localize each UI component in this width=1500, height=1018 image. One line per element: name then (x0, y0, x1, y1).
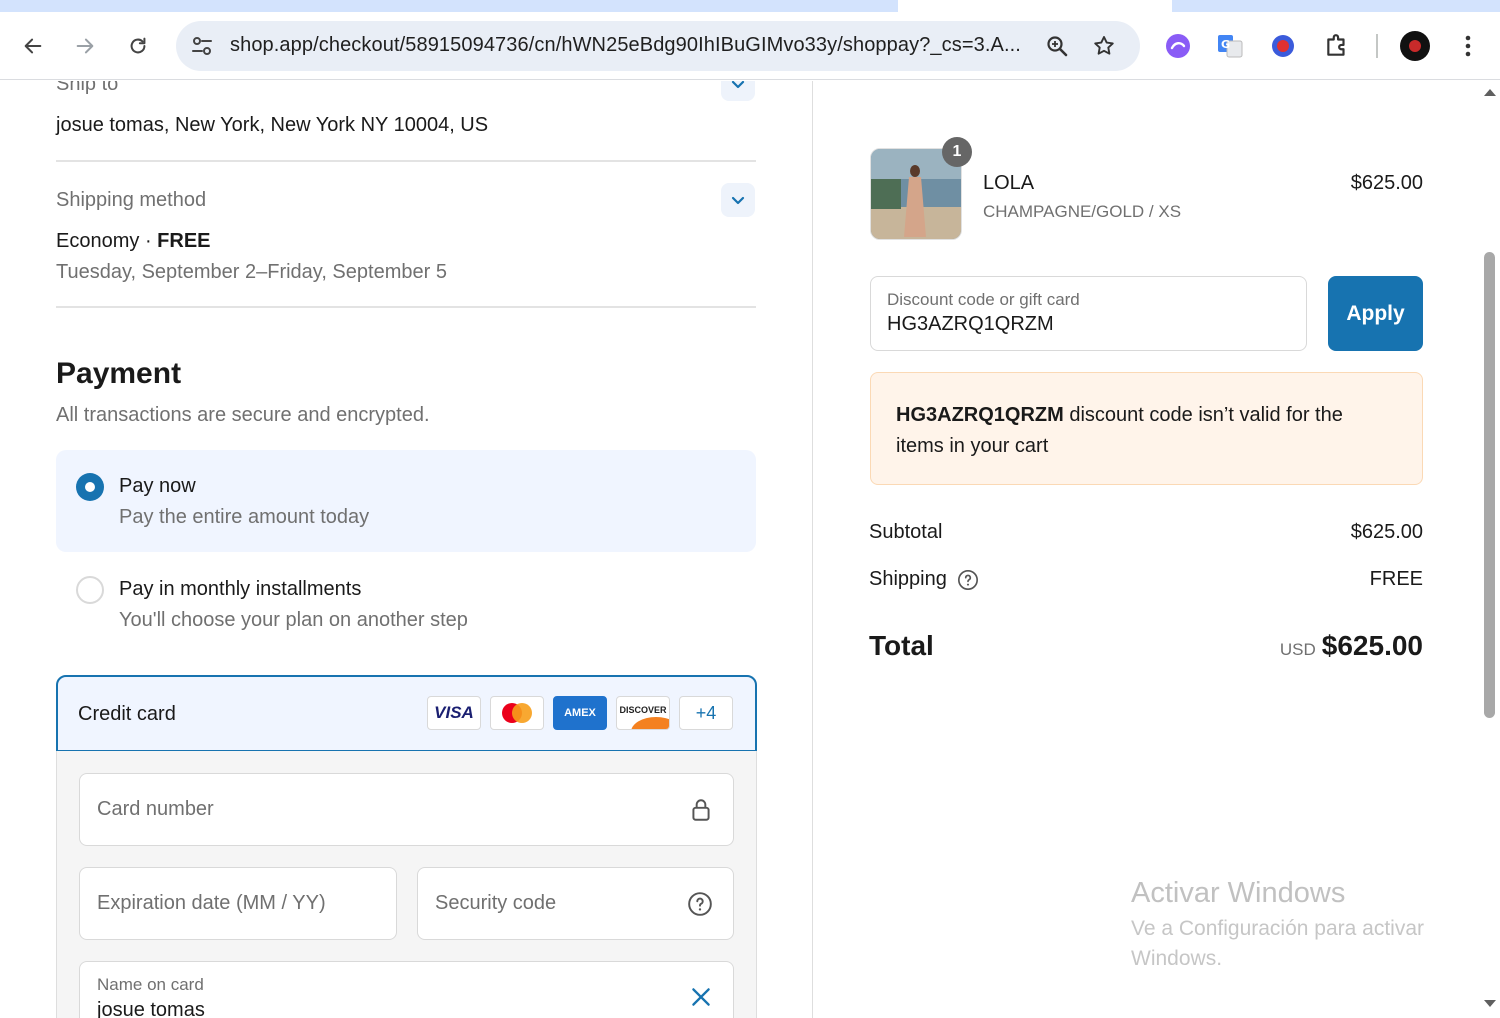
mastercard-logo-icon (490, 696, 544, 730)
extension-shield-icon[interactable] (1268, 31, 1298, 61)
shipping-method-name: Economy (56, 230, 140, 252)
card-number-placeholder: Card number (97, 798, 214, 820)
security-code-placeholder: Security code (435, 892, 557, 914)
svg-text:G: G (1221, 38, 1230, 51)
name-on-card-field[interactable]: Name on card josue tomas (79, 961, 734, 1018)
inactive-tab[interactable] (1172, 0, 1500, 12)
payment-subtitle: All transactions are secure and encrypte… (56, 404, 430, 426)
discount-code-label: Discount code or gift card (887, 290, 1080, 309)
credit-card-label: Credit card (78, 703, 176, 725)
site-settings-icon[interactable] (190, 34, 214, 58)
discount-code-field[interactable]: Discount code or gift card HG3AZRQ1QRZM (870, 276, 1307, 351)
lock-icon (692, 799, 710, 821)
apply-button[interactable]: Apply (1328, 276, 1423, 351)
help-circle-icon[interactable] (687, 891, 713, 917)
address-bar[interactable]: shop.app/checkout/58915094736/cn/hWN25eB… (176, 21, 1140, 71)
ship-to-expand-button[interactable] (721, 81, 755, 101)
scrollbar-thumb[interactable] (1484, 252, 1495, 718)
expiration-placeholder: Expiration date (MM / YY) (97, 892, 326, 914)
credit-card-option[interactable]: Credit card VISA AMEX DISCOVER +4 (56, 675, 757, 752)
google-translate-icon[interactable]: G (1215, 31, 1245, 61)
windows-watermark-subtitle: Ve a Configuración para activar Windows. (1131, 917, 1425, 970)
more-cards-badge: +4 (679, 696, 733, 730)
subtotal-label: Subtotal (869, 521, 943, 543)
name-on-card-value: josue tomas (97, 999, 205, 1018)
clear-x-icon[interactable] (688, 984, 714, 1010)
total-label: Total (869, 630, 934, 661)
checkout-form: Ship to josue tomas, New York, New York … (0, 81, 813, 1018)
scroll-down-arrow-icon[interactable] (1483, 999, 1497, 1009)
shipping-method-summary: Economy · FREE (56, 230, 211, 253)
toolbar-separator (1376, 34, 1378, 58)
product-name: LOLA (983, 172, 1035, 194)
security-code-field[interactable]: Security code (417, 867, 734, 940)
product-variant: CHAMPAGNE/GOLD / XS (983, 202, 1182, 221)
amex-logo-icon: AMEX (553, 696, 607, 730)
subtotal-value: $625.00 (1350, 521, 1423, 543)
shipping-dates: Tuesday, September 2–Friday, September 5 (56, 261, 447, 283)
alert-message: HG3AZRQ1QRZM discount code isn’t valid f… (896, 400, 1396, 462)
installments-radio[interactable] (76, 576, 104, 604)
chevron-down-icon (731, 196, 745, 205)
profile-avatar[interactable] (1400, 31, 1430, 61)
reload-icon[interactable] (124, 32, 152, 60)
windows-watermark-title: Activar Windows (1131, 877, 1346, 909)
card-number-field[interactable]: Card number (79, 773, 734, 846)
pay-now-label: Pay now (119, 475, 196, 497)
shipping-label: Shipping (869, 568, 947, 590)
installments-description: You'll choose your plan on another step (119, 609, 468, 631)
total-amount: USD $625.00 (1280, 630, 1423, 662)
installments-option[interactable]: Pay in monthly installments You'll choos… (56, 559, 756, 655)
back-arrow-icon[interactable] (19, 32, 47, 60)
payment-title: Payment (56, 357, 182, 390)
total-value: $625.00 (1321, 630, 1423, 661)
inactive-tab[interactable] (0, 0, 898, 12)
help-circle-icon[interactable] (957, 569, 979, 591)
expiration-date-field[interactable]: Expiration date (MM / YY) (79, 867, 397, 940)
alert-code: HG3AZRQ1QRZM (896, 404, 1064, 426)
pay-now-radio[interactable] (76, 473, 104, 501)
visa-logo-icon: VISA (427, 696, 481, 730)
shipping-method-expand-button[interactable] (721, 183, 755, 217)
browser-menu-icon[interactable] (1453, 31, 1483, 61)
total-currency: USD (1279, 640, 1316, 659)
discount-error-alert: HG3AZRQ1QRZM discount code isn’t valid f… (870, 372, 1423, 485)
bookmark-star-icon[interactable] (1092, 34, 1116, 58)
separator-dot: · (144, 230, 152, 252)
ship-to-label: Ship to (56, 81, 119, 95)
extensions-puzzle-icon[interactable] (1322, 31, 1352, 61)
credit-card-fields: Card number Expiration date (MM / YY) Se… (56, 751, 757, 1018)
quantity-badge: 1 (942, 137, 972, 167)
pay-now-description: Pay the entire amount today (119, 506, 370, 528)
name-on-card-label: Name on card (97, 975, 204, 994)
shipping-method-price: FREE (157, 230, 211, 252)
scroll-up-arrow-icon[interactable] (1483, 87, 1497, 97)
discount-code-value: HG3AZRQ1QRZM (887, 313, 1054, 335)
forward-arrow-icon[interactable] (71, 32, 99, 60)
chevron-down-icon (731, 81, 745, 89)
divider (56, 160, 756, 162)
shipping-method-label: Shipping method (56, 189, 207, 211)
zoom-icon[interactable] (1045, 34, 1069, 58)
shipping-address: josue tomas, New York, New York NY 10004… (56, 114, 489, 136)
tab-strip (0, 0, 1500, 12)
installments-label: Pay in monthly installments (119, 578, 362, 600)
extension-purple-icon[interactable] (1163, 31, 1193, 61)
browser-toolbar: shop.app/checkout/58915094736/cn/hWN25eB… (0, 12, 1500, 80)
url-text[interactable]: shop.app/checkout/58915094736/cn/hWN25eB… (230, 34, 1021, 57)
pay-now-option[interactable]: Pay now Pay the entire amount today (56, 450, 756, 552)
divider (56, 306, 756, 308)
discover-logo-icon: DISCOVER (616, 696, 670, 730)
shipping-value: FREE (1369, 568, 1423, 590)
product-price: $625.00 (1350, 172, 1423, 194)
discover-logo-text: DISCOVER (619, 705, 667, 715)
